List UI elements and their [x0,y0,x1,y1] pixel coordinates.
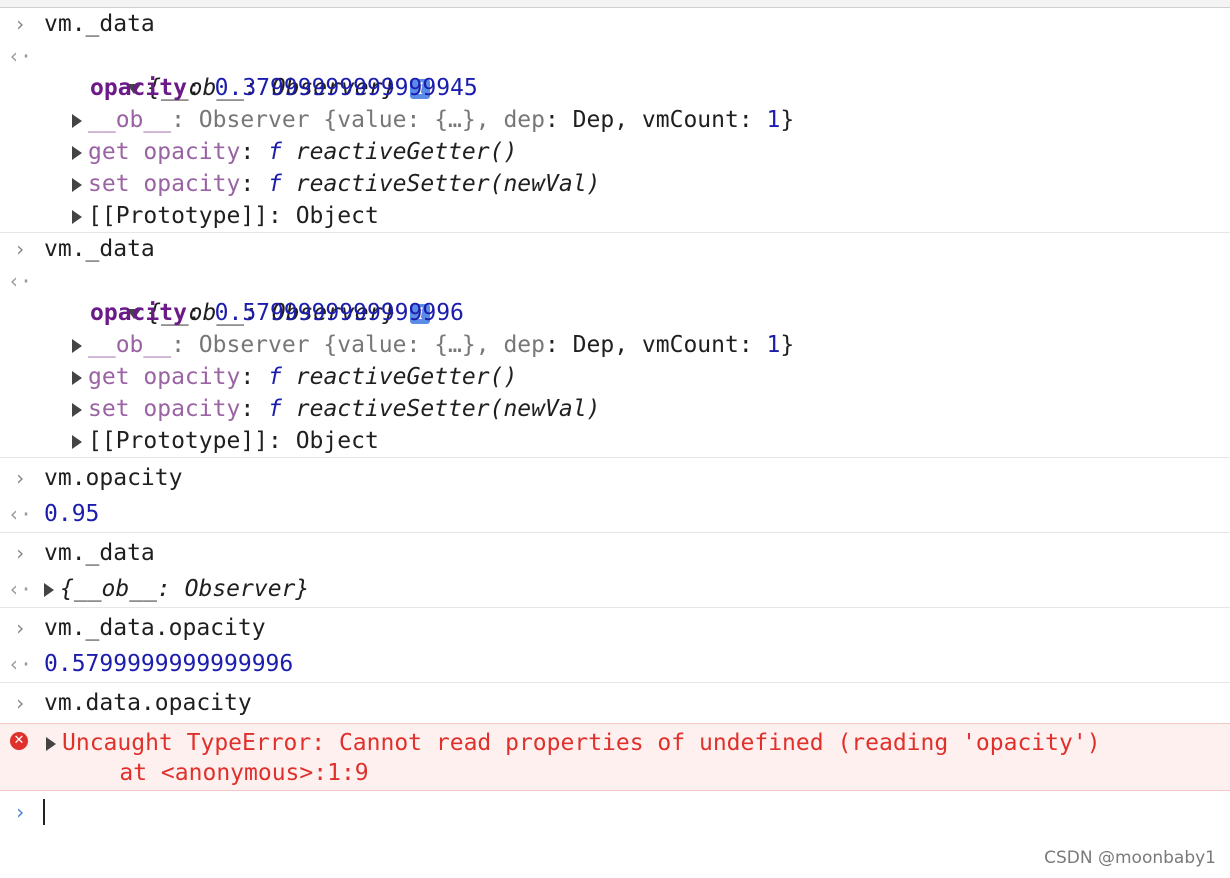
property-getter[interactable]: get opacity: f reactiveGetter() [0,136,1230,168]
property-preview-dep: dep [503,107,545,133]
console-entry-4: › vm._data ‹· {__ob__: Observer} [0,533,1230,608]
result-arrow-icon: ‹· [8,269,33,293]
console-entry-1: › vm._data ‹· {__ob__: Observer} i opacit… [0,8,1230,233]
property-preview: : Observer {value: {…}, [171,107,504,133]
input-text: vm._data [44,11,155,37]
expand-triangle-right-icon[interactable] [72,434,82,449]
expand-triangle-right-icon[interactable] [44,582,54,597]
vmcount-value: 1 [766,332,781,358]
console-result-line: ‹· 0.95 [0,498,1230,530]
console-prompt[interactable]: › [0,791,1230,829]
property-setter[interactable]: set opacity: f reactiveSetter(newVal) [0,393,1230,425]
console-entry-5: › vm._data.opacity ‹· 0.5799999999999996 [0,608,1230,683]
setter-key: set opacity [88,396,241,422]
prompt-chevron-icon: › [13,800,27,824]
setter-name: reactiveSetter(newVal) [295,171,601,197]
setter-name: reactiveSetter(newVal) [295,396,601,422]
expand-triangle-right-icon[interactable] [72,177,82,192]
console-input-line: › vm._data [0,8,1230,40]
error-stack: at <anonymous>:1:9 [64,760,369,786]
function-icon: f [268,364,282,390]
result-arrow-icon: ‹· [8,44,33,68]
object-summary: {__ob__: Observer} [60,576,310,602]
property-ob[interactable]: __ob__: Observer {value: {…}, dep: Dep, … [0,329,1230,361]
property-preview-dep: dep [503,332,545,358]
property-setter[interactable]: set opacity: f reactiveSetter(newVal) [0,168,1230,200]
console-top-border [0,0,1230,8]
text-caret [43,799,45,825]
expand-triangle-right-icon[interactable] [72,402,82,417]
result-arrow-icon: ‹· [8,502,33,526]
property-prototype[interactable]: [[Prototype]]: Object [0,200,1230,232]
input-prompt-icon: › [13,691,27,715]
console-entry-3: › vm.opacity ‹· 0.95 [0,458,1230,533]
input-prompt-icon: › [13,466,27,490]
console-input-line: › vm._data [0,233,1230,265]
property-key: opacity [90,75,187,101]
console-result-line: ‹· 0.5799999999999996 [0,648,1230,680]
object-summary-line[interactable]: ‹· {__ob__: Observer} i [0,265,1230,326]
expand-triangle-right-icon[interactable] [46,736,56,751]
expand-triangle-right-icon[interactable] [72,209,82,224]
console-input-line: › vm.data.opacity [0,687,1230,719]
property-ob[interactable]: __ob__: Observer {value: {…}, dep: Dep, … [0,104,1230,136]
getter-name: reactiveGetter() [295,139,518,165]
expand-triangle-right-icon[interactable] [72,370,82,385]
result-value: 0.95 [44,501,100,527]
error-line-2: at <anonymous>:1:9 [0,758,1230,788]
input-prompt-icon: › [13,12,27,36]
property-key: opacity [90,300,187,326]
expand-triangle-right-icon[interactable] [72,113,82,128]
property-getter[interactable]: get opacity: f reactiveGetter() [0,361,1230,393]
close-brace: } [780,332,795,358]
getter-key: get opacity [88,139,241,165]
input-text: vm.opacity [44,465,183,491]
input-text: vm._data.opacity [44,615,266,641]
console-input-line: › vm.opacity [0,462,1230,494]
property-key: __ob__ [88,107,172,133]
prototype-text: [[Prototype]]: Object [88,428,379,454]
property-value: 0.37999999999999945 [214,75,478,101]
close-brace: } [780,107,795,133]
result-arrow-icon: ‹· [8,577,33,601]
property-preview-rest: : Dep, vmCount: [544,332,767,358]
property-key: __ob__ [88,332,172,358]
watermark: CSDN @moonbaby1 [1044,848,1216,868]
result-value: 0.5799999999999996 [44,651,294,677]
property-opacity: opacity: 0.37999999999999945 [90,75,478,101]
setter-key: set opacity [88,171,241,197]
error-text: Uncaught TypeError: Cannot read properti… [62,730,1101,756]
getter-name: reactiveGetter() [295,364,518,390]
console-input-line: › vm._data [0,537,1230,569]
property-prototype[interactable]: [[Prototype]]: Object [0,425,1230,457]
function-icon: f [268,139,282,165]
error-message[interactable]: ✕ Uncaught TypeError: Cannot read proper… [0,723,1230,791]
console-entry-6: › vm.data.opacity ✕ Uncaught TypeError: … [0,683,1230,791]
expand-triangle-right-icon[interactable] [72,145,82,160]
object-summary-line[interactable]: ‹· {__ob__: Observer} [0,573,1230,605]
property-preview: : Observer {value: {…}, [171,332,504,358]
property-opacity: opacity: 0.5799999999999996 [90,300,464,326]
error-line-1: Uncaught TypeError: Cannot read properti… [0,728,1230,758]
input-prompt-icon: › [13,237,27,261]
expand-triangle-right-icon[interactable] [72,338,82,353]
object-summary-line[interactable]: ‹· {__ob__: Observer} i [0,40,1230,101]
input-prompt-icon: › [13,616,27,640]
input-text: vm._data [44,540,155,566]
function-icon: f [268,171,282,197]
input-text: vm.data.opacity [44,690,252,716]
console-entry-2: › vm._data ‹· {__ob__: Observer} i opacit… [0,233,1230,458]
console-input-line: › vm._data.opacity [0,612,1230,644]
property-value: 0.5799999999999996 [214,300,464,326]
input-text: vm._data [44,236,155,262]
function-icon: f [268,396,282,422]
result-arrow-icon: ‹· [8,652,33,676]
vmcount-value: 1 [766,107,781,133]
getter-key: get opacity [88,364,241,390]
property-preview-rest: : Dep, vmCount: [544,107,767,133]
input-prompt-icon: › [13,541,27,565]
prototype-text: [[Prototype]]: Object [88,203,379,229]
